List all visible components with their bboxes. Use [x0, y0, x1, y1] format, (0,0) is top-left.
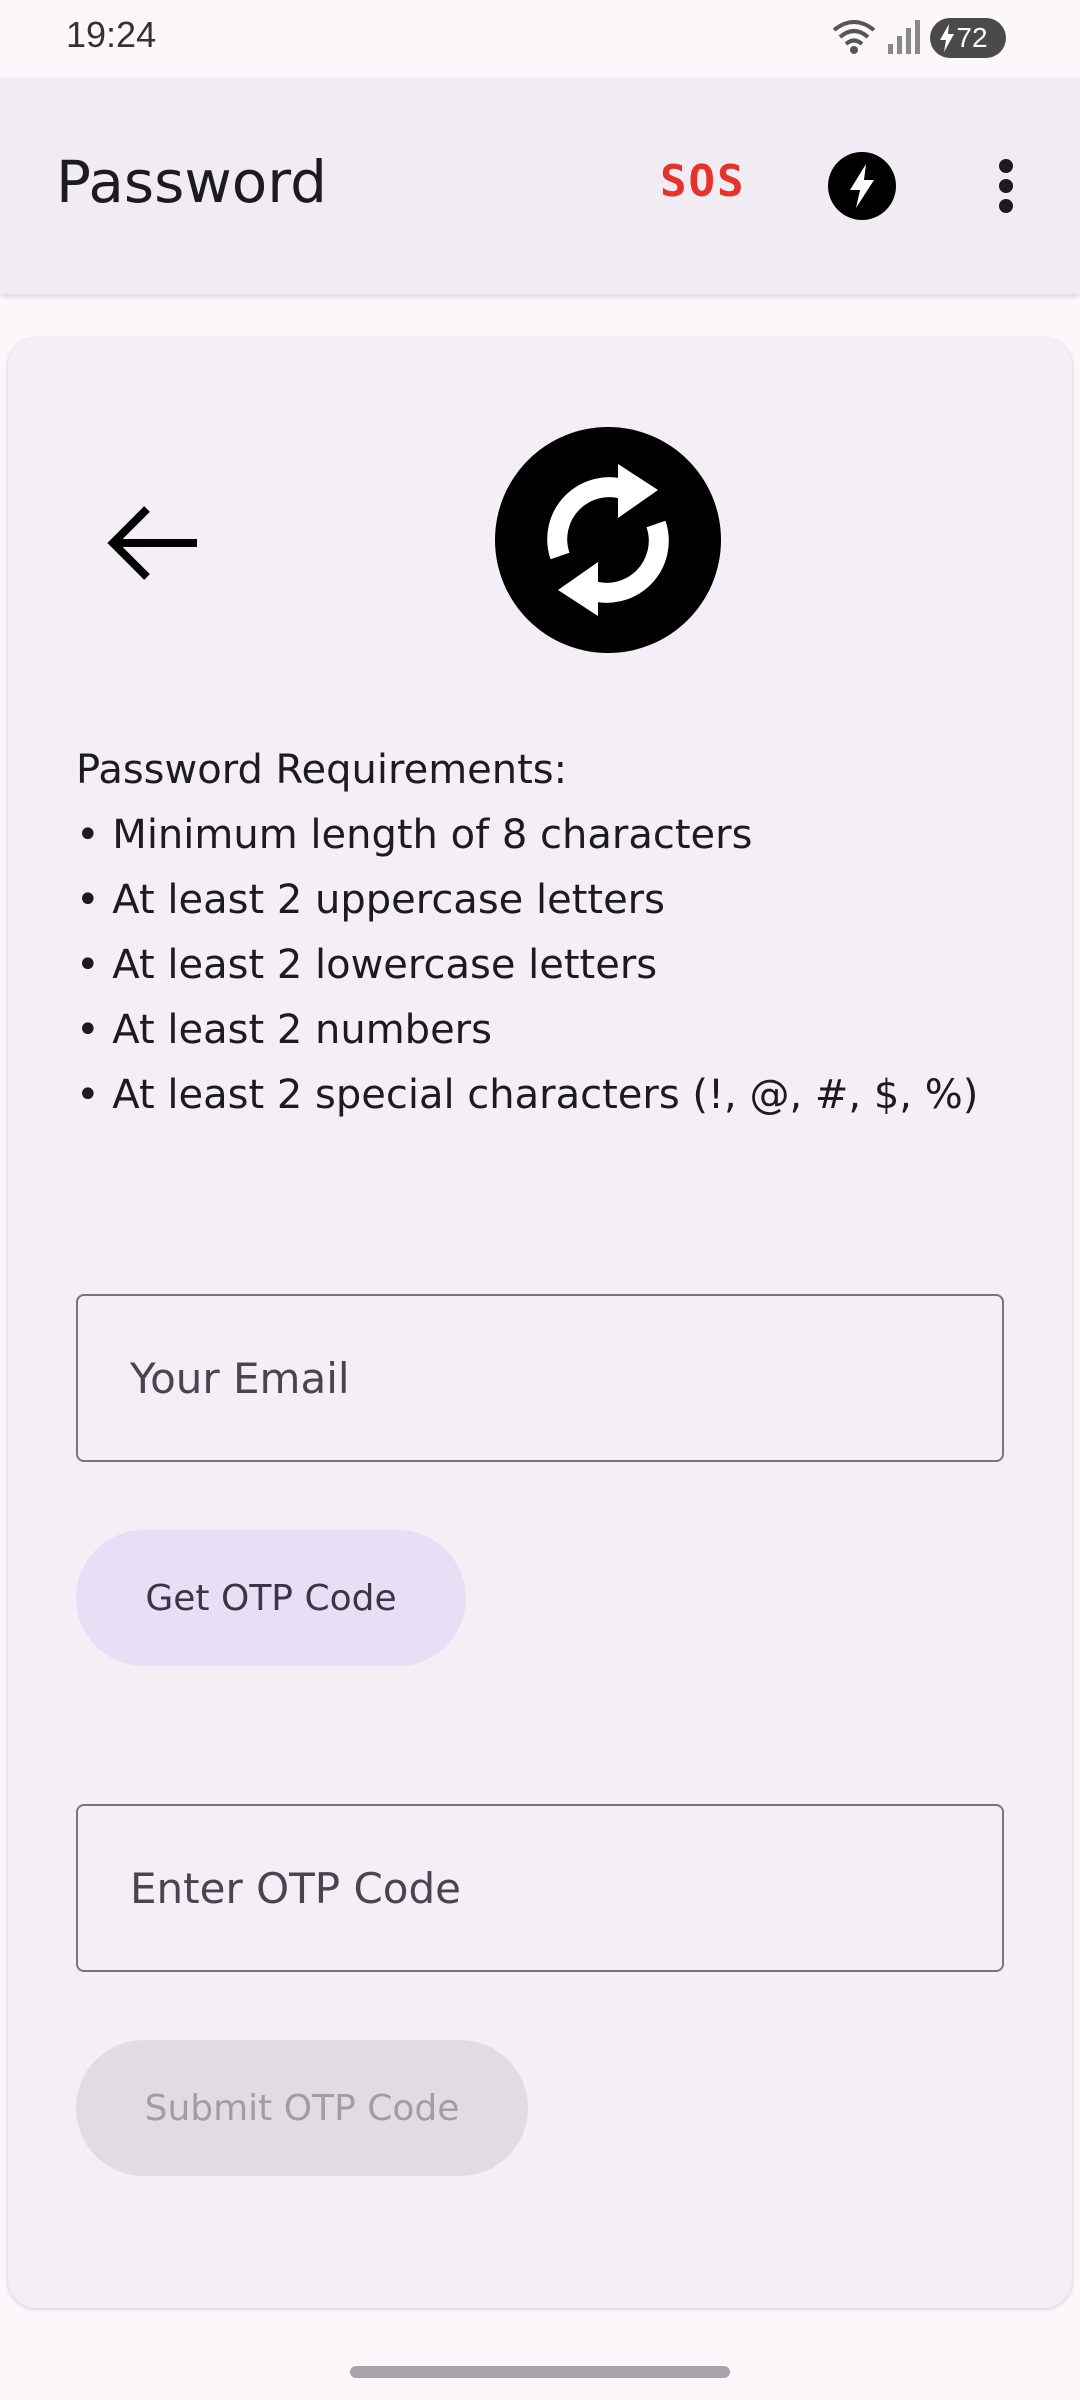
more-options-button[interactable] — [976, 152, 1036, 220]
wifi-icon — [830, 16, 878, 60]
status-time: 19:24 — [66, 14, 157, 55]
password-requirements: Password Requirements: • Minimum length … — [76, 738, 978, 1128]
status-icons: 72 — [830, 16, 1006, 60]
requirement-item: • At least 2 lowercase letters — [76, 942, 658, 988]
email-field[interactable] — [76, 1294, 1004, 1462]
battery-bolt-icon — [940, 24, 954, 52]
requirement-item: • Minimum length of 8 characters — [76, 812, 753, 858]
page-title: Password — [56, 148, 327, 216]
more-vert-icon — [999, 159, 1013, 213]
otp-code-field[interactable] — [76, 1804, 1004, 1972]
requirements-heading: Password Requirements: — [76, 747, 568, 793]
sync-icon — [547, 464, 669, 616]
signal-icon — [886, 16, 922, 60]
gesture-nav-handle[interactable] — [350, 2366, 730, 2378]
sos-button[interactable]: SOS — [660, 156, 745, 207]
battery-icon: 72 — [930, 18, 1006, 58]
flash-icon — [850, 164, 874, 208]
arrow-back-icon — [107, 506, 197, 580]
status-bar: 19:24 72 — [0, 0, 1080, 78]
top-app-bar: Password SOS — [0, 78, 1080, 294]
requirement-item: • At least 2 special characters (!, @, #… — [76, 1072, 979, 1118]
submit-otp-button[interactable]: Submit OTP Code — [76, 2040, 528, 2176]
sync-logo — [495, 427, 721, 653]
battery-level: 72 — [956, 22, 988, 53]
flash-button[interactable] — [828, 152, 896, 220]
back-button[interactable] — [98, 488, 208, 598]
requirement-item: • At least 2 uppercase letters — [76, 877, 665, 923]
requirement-item: • At least 2 numbers — [76, 1007, 492, 1053]
get-otp-button[interactable]: Get OTP Code — [76, 1530, 466, 1666]
password-card: Password Requirements: • Minimum length … — [8, 338, 1072, 2308]
